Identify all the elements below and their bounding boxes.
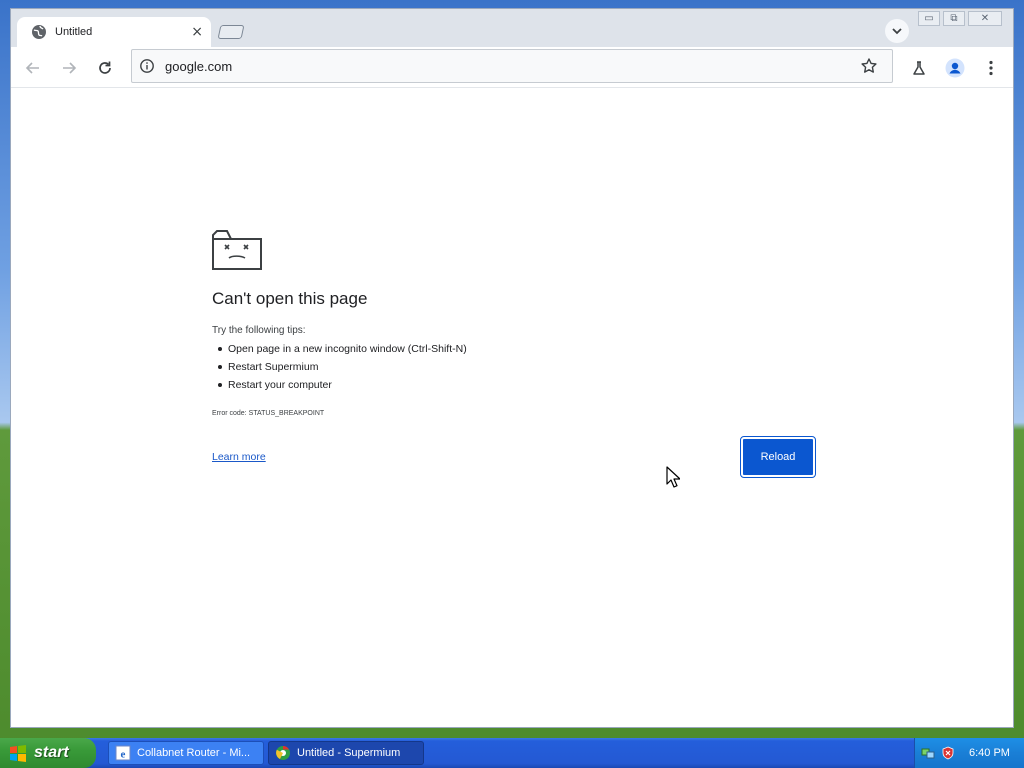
tab-search-button[interactable]	[885, 19, 909, 43]
labs-button[interactable]	[906, 55, 932, 81]
taskbar-item-collabnet[interactable]: e Collabnet Router - Mi...	[108, 741, 264, 765]
tips-label: Try the following tips:	[212, 325, 306, 336]
sad-folder-icon	[212, 230, 262, 270]
taskbar: start e Collabnet Router - Mi... Untitle…	[0, 738, 1024, 768]
close-window-button[interactable]: ✕	[968, 11, 1002, 26]
reload-button[interactable]: Reload	[740, 436, 816, 478]
info-icon[interactable]	[139, 58, 155, 74]
tab-untitled[interactable]: Untitled ×	[17, 17, 211, 47]
profile-button[interactable]	[942, 55, 968, 81]
avatar-icon	[945, 58, 965, 78]
taskbar-item-supermium[interactable]: Untitled - Supermium	[268, 741, 424, 765]
ie-icon: e	[115, 745, 131, 761]
security-shield-icon[interactable]	[941, 746, 955, 760]
error-page: Can't open this page Try the following t…	[11, 89, 1013, 727]
tab-title: Untitled	[55, 26, 93, 38]
browser-window: Untitled × ▭ ⧉ ✕ google.com Can't open t…	[10, 8, 1014, 728]
mouse-cursor-icon	[666, 466, 680, 488]
window-controls: ▭ ⧉ ✕	[915, 11, 1002, 26]
network-icon[interactable]	[921, 746, 935, 760]
error-title: Can't open this page	[212, 289, 368, 308]
restore-icon: ⧉	[950, 13, 958, 24]
taskbar-item-label: Collabnet Router - Mi...	[137, 747, 251, 759]
kebab-menu-icon	[989, 60, 993, 76]
tab-close-icon[interactable]: ×	[191, 24, 203, 40]
tip-item: Open page in a new incognito window (Ctr…	[212, 340, 467, 358]
chevron-down-icon	[892, 27, 902, 34]
windows-flag-icon	[10, 745, 26, 762]
tip-item: Restart your computer	[212, 376, 467, 394]
url-text[interactable]: google.com	[165, 59, 860, 74]
refresh-icon	[99, 61, 111, 74]
address-bar[interactable]: google.com	[131, 49, 893, 83]
svg-text:e: e	[121, 749, 126, 761]
start-button[interactable]: start	[0, 738, 96, 768]
minimize-button[interactable]: ▭	[918, 11, 940, 26]
tips-list: Open page in a new incognito window (Ctr…	[212, 340, 467, 394]
start-label: start	[34, 744, 69, 761]
taskbar-item-label: Untitled - Supermium	[297, 747, 401, 759]
toolbar: google.com	[11, 47, 1013, 88]
tip-item: Restart Supermium	[212, 358, 467, 376]
reload-toolbar-button[interactable]	[92, 55, 118, 81]
bookmark-star-icon[interactable]	[860, 57, 878, 75]
menu-button[interactable]	[978, 55, 1004, 81]
supermium-icon	[276, 746, 290, 760]
restore-button[interactable]: ⧉	[943, 11, 965, 26]
arrow-right-icon	[63, 62, 77, 74]
error-code: Error code: STATUS_BREAKPOINT	[212, 410, 325, 417]
learn-more-link[interactable]: Learn more	[212, 451, 266, 463]
forward-button[interactable]	[56, 55, 82, 81]
globe-icon	[32, 25, 46, 39]
clock: 6:40 PM	[969, 747, 1010, 759]
minimize-icon: ▭	[924, 13, 934, 24]
back-button[interactable]	[20, 55, 46, 81]
flask-icon	[913, 61, 925, 75]
arrow-left-icon	[25, 62, 39, 74]
new-tab-button[interactable]	[217, 25, 245, 39]
tab-strip: Untitled × ▭ ⧉ ✕	[11, 9, 1013, 47]
system-tray: 6:40 PM	[914, 738, 1024, 768]
close-icon: ✕	[980, 13, 990, 24]
